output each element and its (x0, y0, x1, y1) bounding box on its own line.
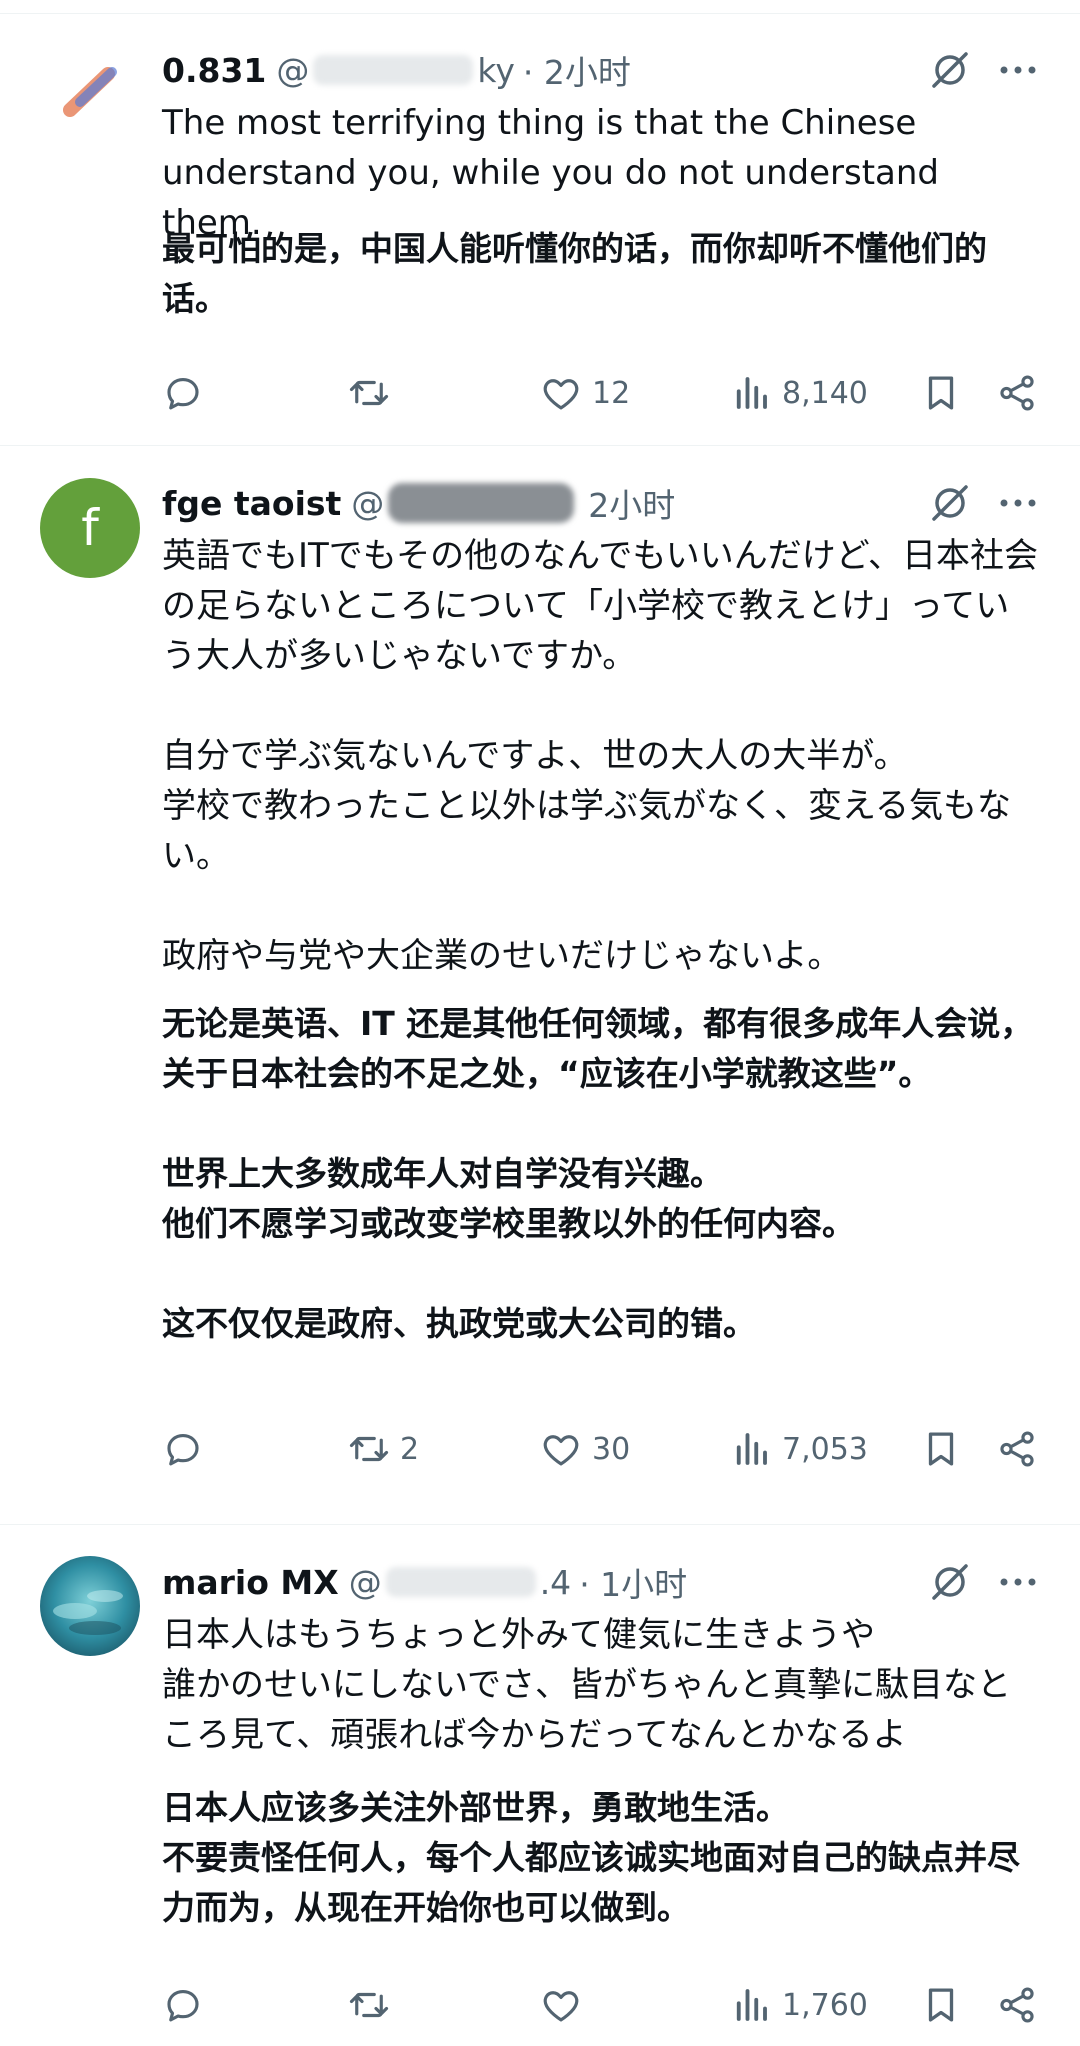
tweet-header: fge taoist @ 2小时 (162, 479, 675, 527)
reply-button[interactable] (162, 1980, 214, 2030)
more-icon[interactable] (996, 1572, 1040, 1592)
views-icon (736, 1989, 767, 2021)
retweet-icon (349, 1992, 389, 2018)
action-bar: 12 8,140 (162, 368, 1042, 418)
tweet-header: 0.831 @ ky · 2小时 (162, 46, 631, 94)
timestamp[interactable]: · 1小时 (579, 1558, 687, 1606)
avatar[interactable] (40, 1556, 140, 1656)
bookmark-icon (928, 1988, 954, 2022)
views-button[interactable]: 8,140 (730, 368, 868, 418)
tweet-text: 英語でもITでもその他のなんでもいいんだけど、日本社会の足らないところについて「… (162, 536, 1039, 976)
bookmark-icon (928, 1432, 954, 1466)
action-bar: 2 30 7,053 (162, 1424, 1042, 1474)
retweet-button[interactable]: 2 (348, 1424, 419, 1474)
like-button[interactable] (540, 1980, 592, 2030)
top-divider (0, 0, 1080, 14)
like-button[interactable]: 12 (540, 368, 630, 418)
bookmark-button[interactable] (920, 1424, 962, 1474)
translated-text: 日本人应该多关注外部世界，勇敢地生活。 不要责怪任何人，每个人都应该诚实地面对自… (162, 1788, 1020, 1927)
handle[interactable]: @ (351, 483, 578, 523)
tweet-header: mario MX @ .4 · 1小时 (162, 1558, 687, 1606)
tweet-3[interactable]: mario MX @ .4 · 1小时 日本人はもうちょっと外みて健気に生きよう… (0, 1526, 1080, 2046)
grok-icon[interactable] (928, 48, 972, 92)
share-icon (1000, 1431, 1034, 1467)
like-icon (543, 1435, 579, 1466)
display-name[interactable]: mario MX (162, 1563, 339, 1602)
reply-icon (167, 1433, 199, 1466)
translated-text: 最可怕的是，中国人能听懂你的话，而你却听不懂他们的话。 (162, 229, 987, 318)
retweet-button[interactable] (348, 368, 400, 418)
reply-icon (167, 1989, 199, 2022)
bookmark-icon (928, 376, 954, 410)
retweet-icon (349, 1436, 389, 1462)
avatar[interactable] (40, 42, 140, 142)
share-button[interactable] (996, 1980, 1038, 2030)
bookmark-button[interactable] (920, 368, 962, 418)
action-bar: 1,760 (162, 1980, 1042, 2030)
tweet-2[interactable]: f fge taoist @ 2小时 英語でもITでもその他のなんでもいいんだけ… (0, 447, 1080, 1525)
avatar-letter: f (81, 499, 99, 557)
bookmark-button[interactable] (920, 1980, 962, 2030)
share-button[interactable] (996, 368, 1038, 418)
reply-button[interactable] (162, 368, 214, 418)
views-icon (736, 377, 767, 409)
like-icon (543, 1991, 579, 2022)
timestamp[interactable]: 2小时 (588, 479, 675, 527)
tweet-text: 日本人はもうちょっと外みて健気に生きようや 誰かのせいにしないでさ、皆がちゃんと… (162, 1615, 1011, 1755)
display-name[interactable]: 0.831 (162, 51, 266, 90)
reply-icon (167, 377, 199, 410)
grok-icon[interactable] (928, 481, 972, 525)
share-icon (1000, 1987, 1034, 2023)
timestamp[interactable]: · 2小时 (523, 46, 631, 94)
views-button[interactable]: 7,053 (730, 1424, 868, 1474)
like-button[interactable]: 30 (540, 1424, 630, 1474)
retweet-icon (349, 380, 389, 406)
more-icon[interactable] (996, 493, 1040, 513)
share-button[interactable] (996, 1424, 1038, 1474)
views-button[interactable]: 1,760 (730, 1980, 868, 2030)
more-icon[interactable] (996, 60, 1040, 80)
share-icon (1000, 375, 1034, 411)
tweet-1[interactable]: 0.831 @ ky · 2小时 The most terrifying thi… (0, 14, 1080, 446)
reply-button[interactable] (162, 1424, 214, 1474)
display-name[interactable]: fge taoist (162, 484, 341, 523)
like-icon (543, 379, 579, 410)
views-icon (736, 1433, 767, 1465)
handle[interactable]: @ ky (276, 51, 514, 90)
avatar[interactable]: f (40, 478, 140, 578)
handle[interactable]: @ .4 (349, 1563, 572, 1602)
translated-text: 无论是英语、IT 还是其他任何领域，都有很多成年人会说，关于日本社会的不足之处，… (162, 1004, 1034, 1343)
grok-icon[interactable] (928, 1560, 972, 1604)
retweet-button[interactable] (348, 1980, 400, 2030)
